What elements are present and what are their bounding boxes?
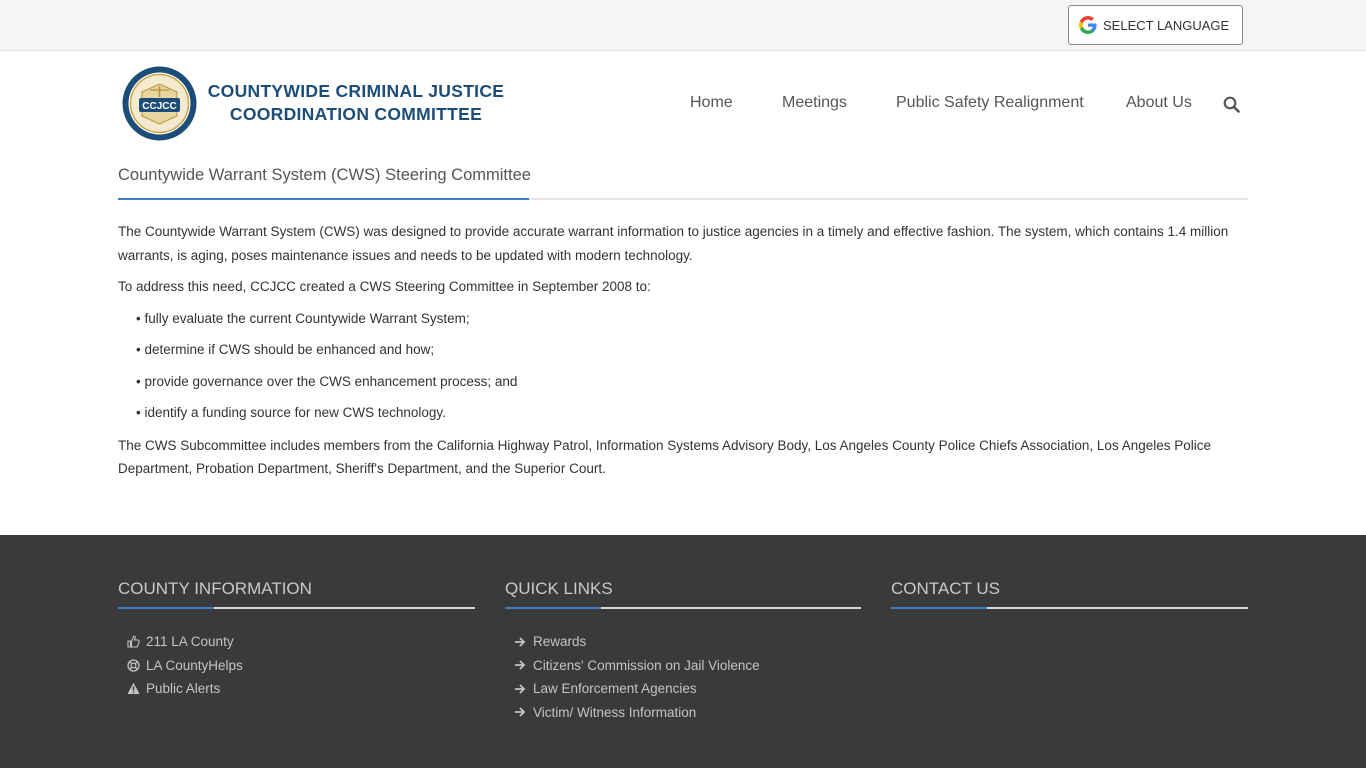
google-icon — [1079, 16, 1097, 34]
objectives-list: • fully evaluate the current Countywide … — [118, 307, 1248, 425]
footer-link-victim-witness-information[interactable]: Victim/ Witness Information — [505, 701, 861, 725]
arrow-right-icon — [512, 659, 528, 671]
members-paragraph: The CWS Subcommittee includes members fr… — [118, 437, 1211, 477]
select-language-label: SELECT LANGUAGE — [1103, 17, 1230, 33]
site-header: CCJCC COUNTYWIDE CRIMINAL JUSTICE COORDI… — [0, 51, 1366, 156]
title-divider — [118, 198, 1248, 200]
logo-line-1: COUNTYWIDE CRIMINAL JUSTICE — [207, 81, 505, 101]
purpose-paragraph: To address this need, CCJCC created a CW… — [118, 279, 651, 294]
footer-link-rewards[interactable]: Rewards — [505, 630, 861, 654]
top-bar: SELECT LANGUAGE — [0, 0, 1366, 51]
nav-public-safety-realignment[interactable]: Public Safety Realignment — [896, 94, 1084, 118]
ccjcc-seal-logo[interactable]: CCJCC — [122, 66, 197, 141]
arrow-right-icon — [512, 706, 528, 718]
site-footer: COUNTY INFORMATION 211 LA County LA Coun… — [0, 535, 1366, 768]
arrow-right-icon — [512, 683, 528, 695]
contact-us-title: CONTACT US — [891, 579, 1000, 598]
nav-about-us[interactable]: About Us — [1126, 94, 1192, 118]
nav-meetings[interactable]: Meetings — [782, 94, 847, 118]
quick-links-title: QUICK LINKS — [505, 579, 613, 598]
site-logo-text[interactable]: COUNTYWIDE CRIMINAL JUSTICE COORDINATION… — [206, 80, 506, 126]
footer-divider — [118, 607, 475, 609]
footer-divider — [505, 607, 861, 609]
select-language-button[interactable]: SELECT LANGUAGE — [1068, 5, 1243, 45]
logo-line-2: COORDINATION COMMITTEE — [229, 104, 483, 124]
footer-divider — [891, 607, 1248, 609]
seal-text: CCJCC — [142, 101, 176, 112]
footer-link-la-countyhelps[interactable]: LA CountyHelps — [118, 654, 475, 678]
list-item: • identify a funding source for new CWS … — [136, 405, 446, 420]
search-icon[interactable] — [1223, 96, 1240, 113]
list-item: • fully evaluate the current Countywide … — [136, 310, 470, 326]
lifebuoy-icon — [125, 659, 141, 672]
footer-link-citizens-commission[interactable]: Citizens' Commission on Jail Violence — [505, 654, 861, 678]
county-information-column: COUNTY INFORMATION 211 LA County LA Coun… — [118, 579, 475, 701]
arrow-right-icon — [512, 636, 528, 648]
intro-paragraph: The Countywide Warrant System (CWS) was … — [118, 224, 1229, 263]
footer-link-211-la-county[interactable]: 211 LA County — [118, 630, 475, 654]
contact-us-column: CONTACT US — [891, 579, 1248, 609]
nav-home[interactable]: Home — [690, 94, 733, 118]
thumbs-up-icon — [125, 635, 141, 648]
footer-link-law-enforcement-agencies[interactable]: Law Enforcement Agencies — [505, 677, 861, 701]
county-information-title: COUNTY INFORMATION — [118, 579, 312, 598]
warning-icon — [125, 682, 141, 695]
page-title: Countywide Warrant System (CWS) Steering… — [118, 166, 531, 184]
quick-links-column: QUICK LINKS Rewards Citizens' Commission… — [505, 579, 861, 724]
main-content: Countywide Warrant System (CWS) Steering… — [118, 156, 1248, 481]
footer-link-public-alerts[interactable]: Public Alerts — [118, 677, 475, 701]
list-item: • provide governance over the CWS enhanc… — [136, 373, 518, 389]
list-item: • determine if CWS should be enhanced an… — [136, 342, 435, 357]
